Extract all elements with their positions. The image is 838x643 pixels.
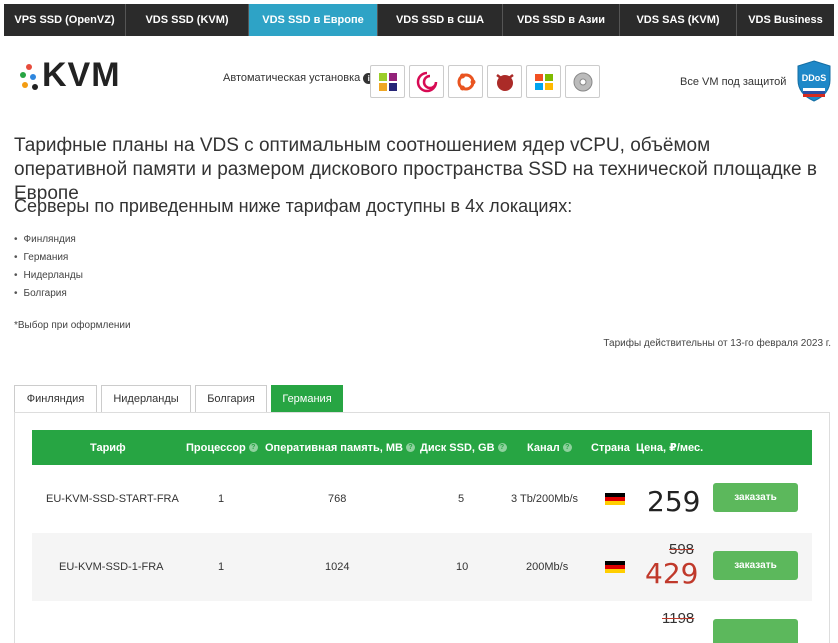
choice-note: *Выбор при оформлении <box>14 320 131 331</box>
ram-value: 1024 <box>325 561 350 573</box>
tariffs-valid-note: Тарифы действительны от 13-го февраля 20… <box>603 338 831 349</box>
cpu-value: 1 <box>218 561 225 573</box>
list-item: Нидерланды <box>14 269 83 287</box>
cpu-value: 1 <box>218 493 225 505</box>
location-tabs: Финляндия Нидерланды Болгария Германия <box>14 385 347 412</box>
disk-value: 10 <box>456 561 469 573</box>
ddos-shield-icon: DDoS <box>797 60 831 102</box>
nav-tab-vds-ssd-kvm[interactable]: VDS SSD (KVM) <box>126 4 249 36</box>
channel-value: 200Mb/s <box>526 561 569 573</box>
discount-price: 429 <box>645 557 699 590</box>
auto-install-label: Автоматическая установка i <box>223 72 375 84</box>
old-price: 598 <box>669 541 695 558</box>
plan-name: EU-KVM-SSD-1-FRA <box>59 561 164 573</box>
ddos-badge-text: DDoS <box>802 73 827 83</box>
help-icon[interactable]: ? <box>562 443 572 452</box>
nav-tab-vps-ssd-openvz[interactable]: VPS SSD (OpenVZ) <box>4 4 126 36</box>
order-button[interactable]: заказать <box>713 483 798 512</box>
freebsd-icon[interactable] <box>487 65 522 98</box>
header-country: Страна <box>591 441 630 454</box>
header-ram: Оперативная память, MB? <box>265 430 415 465</box>
help-icon[interactable]: ? <box>497 443 507 452</box>
list-item: Германия <box>14 251 83 269</box>
help-icon[interactable]: ? <box>248 443 258 452</box>
locations-subhead: Серверы по приведенным ниже тарифам дост… <box>14 196 573 216</box>
nav-tab-vds-ssd-europe[interactable]: VDS SSD в Европе <box>249 4 378 36</box>
germany-flag-icon <box>605 533 625 601</box>
nav-tab-vds-business[interactable]: VDS Business <box>737 4 834 36</box>
protection-label: Все VM под защитой <box>680 76 787 88</box>
os-icons <box>370 65 604 98</box>
header-cpu: Процессор? <box>186 430 258 465</box>
ram-value: 768 <box>328 493 347 505</box>
tab-germany[interactable]: Германия <box>271 385 343 412</box>
tab-bulgaria[interactable]: Болгария <box>195 385 267 412</box>
nav-tab-vds-ssd-usa[interactable]: VDS SSD в США <box>378 4 503 36</box>
top-nav: VPS SSD (OpenVZ) VDS SSD (KVM) VDS SSD в… <box>4 4 834 36</box>
list-item: Болгария <box>14 287 83 305</box>
centos-icon[interactable] <box>370 65 405 98</box>
table-row: EU-KVM-SSD-START-FRA 1 768 5 3 Tb/200Mb/… <box>32 465 812 533</box>
logo-text: KVM <box>42 56 121 94</box>
order-button[interactable]: заказать <box>713 551 798 580</box>
plan-name: EU-KVM-SSD-START-FRA <box>46 493 179 505</box>
old-price: 1198 <box>662 610 695 627</box>
germany-flag-icon <box>605 465 625 533</box>
tab-netherlands[interactable]: Нидерланды <box>101 385 191 412</box>
disk-value: 5 <box>458 493 465 505</box>
header-disk: Диск SSD, GB? <box>420 430 507 465</box>
locations-list: Финляндия Германия Нидерланды Болгария <box>14 233 83 305</box>
site-logo[interactable]: KVM <box>18 58 121 92</box>
header-channel: Канал? <box>527 430 572 465</box>
ubuntu-icon[interactable] <box>448 65 483 98</box>
table-row: EU-KVM-SSD-1-FRA 1 1024 10 200Mb/s 598 4… <box>32 533 812 601</box>
table-header: Тариф Процессор? Оперативная память, MB?… <box>32 430 812 465</box>
nav-tab-vds-sas-kvm[interactable]: VDS SAS (KVM) <box>620 4 737 36</box>
nav-tab-vds-ssd-asia[interactable]: VDS SSD в Азии <box>503 4 620 36</box>
logo-mark-icon <box>18 58 40 92</box>
channel-value: 3 Tb/200Mb/s <box>511 493 579 505</box>
order-button[interactable] <box>713 619 798 643</box>
debian-icon[interactable] <box>409 65 444 98</box>
header-plan: Тариф <box>90 441 126 454</box>
table-row: 1198 <box>32 601 812 643</box>
iso-disk-icon[interactable] <box>565 65 600 98</box>
price: 259 <box>647 485 701 518</box>
list-item: Финляндия <box>14 233 83 251</box>
help-icon[interactable]: ? <box>406 443 415 452</box>
windows-icon[interactable] <box>526 65 561 98</box>
header-price: Цена, ₽/мес. <box>636 442 704 454</box>
tab-finland[interactable]: Финляндия <box>14 385 97 412</box>
